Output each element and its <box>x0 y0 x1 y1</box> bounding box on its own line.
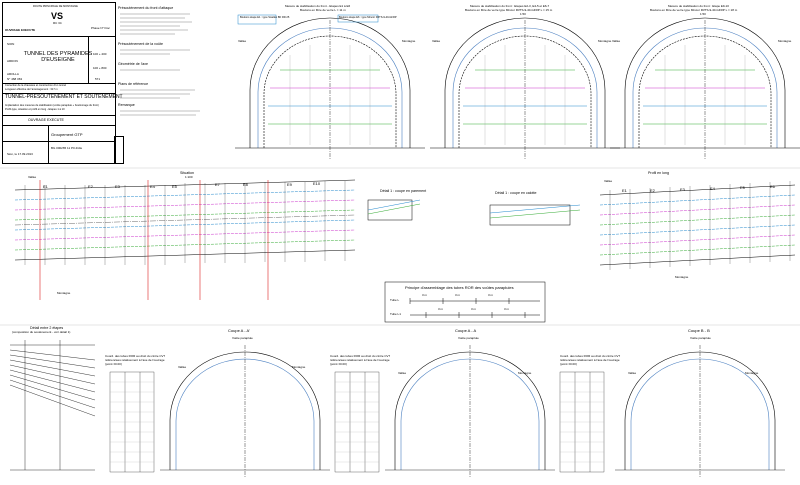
profil-etape-e5: E5 <box>740 185 745 190</box>
tube-l-label: Tube L <box>390 298 400 302</box>
etape-e5: E5 <box>172 184 177 189</box>
detail-1-title: Détail 1 : coupe en parement <box>380 189 427 193</box>
coupe-a-voute: Voûte parapluie <box>232 336 253 340</box>
mesure-2-sub: Boulons en fibre de verre type Mincor FR… <box>465 8 553 12</box>
etape-e4: E4 <box>150 184 155 189</box>
profil-etape-e3: E3 <box>680 187 685 192</box>
spacing-2: 3 m <box>455 293 461 297</box>
etape-e1: E1 <box>43 184 48 189</box>
etape-e10: E10 <box>313 181 321 186</box>
coupe-b-point: (point ±0.00) <box>330 362 347 366</box>
montagne-label-2: Montagne <box>598 39 612 43</box>
drawing-layer <box>0 13 800 478</box>
mesure-1-box-1: Boulons étape E1 : type Swellex BF RD 25 <box>240 16 290 19</box>
coupe-c-point: (point ±0.00) <box>560 362 577 366</box>
vallee-label-6: Vallée <box>178 365 187 369</box>
montagne-label-6: Montagne <box>292 365 306 369</box>
profil-etape-e2: E2 <box>650 188 655 193</box>
vallee-label-8: Vallée <box>628 371 637 375</box>
profil-etape-e4: E4 <box>710 186 715 191</box>
detail-etapes-sub: (composition du soutènement - voir détai… <box>12 330 71 334</box>
montagne-label-1: Montagne <box>402 39 416 43</box>
vallee-label-3: Vallée <box>612 39 621 43</box>
coupe-c-voute: Voûte parapluie <box>690 336 711 340</box>
spacing-6: 3 m <box>504 307 510 311</box>
coupe-a-title: Coupe A - A' <box>228 328 250 333</box>
mesure-3-scale: 1:50 <box>700 12 706 16</box>
montagne-label-3: Montagne <box>778 39 792 43</box>
montagne-label-4: Montagne <box>57 291 71 295</box>
detail-2-title: Détail 1 : coupe en calotte <box>495 191 537 195</box>
etape-e8: E8 <box>243 182 248 187</box>
mesure-2-scale: 1:50 <box>520 12 526 16</box>
tube-l1-label: Tube L1 <box>390 312 401 316</box>
vallee-label-4: Vallée <box>28 175 37 179</box>
vallee-label-7: Vallée <box>398 371 407 375</box>
mesure-3-sub: Boulons en fibre de verre type Mincor FR… <box>650 8 738 12</box>
profil-etape-e6: E6 <box>770 184 775 189</box>
spacing-5: 3 m <box>471 307 477 311</box>
coupe-b-title: Coupe A - A <box>455 328 477 333</box>
montagne-label-7: Montagne <box>518 371 532 375</box>
etape-e7: E7 <box>215 182 220 187</box>
vallee-label-2: Vallée <box>432 39 441 43</box>
principe-title: Principe d'assemblage des tubes ROR des … <box>405 285 514 290</box>
etape-e2: E2 <box>88 184 93 189</box>
profil-etape-e1: E1 <box>622 188 627 193</box>
situation-scale: 1:100 <box>185 175 193 179</box>
montagne-label-5: Montagne <box>675 275 689 279</box>
etape-e9: E9 <box>287 182 292 187</box>
coupe-b-voute: Voûte parapluie <box>458 336 479 340</box>
etape-e3: E3 <box>115 184 120 189</box>
coupe-a-point: (point ±0.00) <box>105 362 122 366</box>
profil-long-title: Profil en long <box>648 171 669 175</box>
montagne-label-8: Montagne <box>745 371 759 375</box>
spacing-1: 3 m <box>422 293 428 297</box>
vallee-label-5: Vallée <box>604 179 613 183</box>
mesure-1-sub: Boulons en fibre de verre L = 11 m <box>300 8 346 12</box>
vallee-label-1: Vallée <box>238 39 247 43</box>
coupe-c-title: Coupe B - B <box>688 328 710 333</box>
mesure-1-box-2: Boulons étape E6 : type Mincor FRTS-9-40… <box>339 16 397 19</box>
spacing-4: 3 m <box>438 307 444 311</box>
spacing-3: 3 m <box>488 293 494 297</box>
